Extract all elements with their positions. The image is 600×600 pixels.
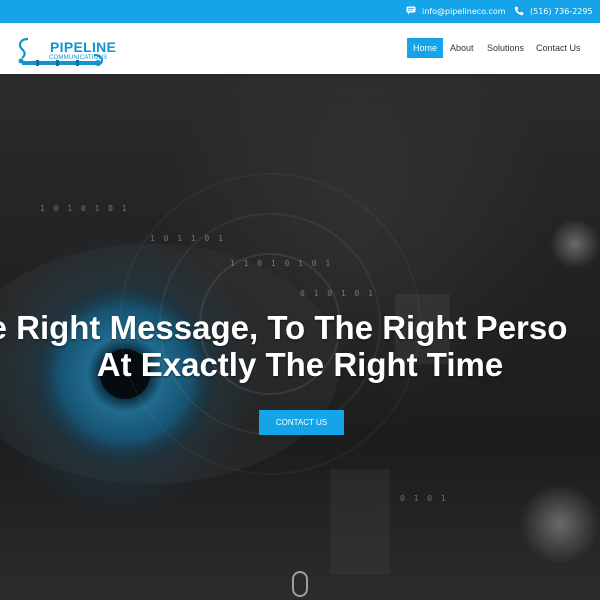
logo[interactable]: PIPELINE COMMUNICATIONS (16, 31, 116, 71)
hero-headline-line-2: At Exactly The Right Time (96, 346, 504, 383)
logo-text: PIPELINE COMMUNICATIONS (32, 39, 122, 79)
top-info-bar: info@pipelineco.com (516) 736-2295 (0, 0, 600, 23)
binary-decoration: 0 1 0 1 0 1 (300, 289, 375, 298)
contact-us-button[interactable]: CONTACT US (259, 410, 344, 435)
binary-decoration: 1 1 0 1 0 1 0 1 (230, 259, 333, 268)
binary-decoration: 1 0 1 1 0 1 (150, 234, 225, 243)
hero-headline-line-1: e Right Message, To The Right Perso (0, 309, 568, 346)
phone-icon (514, 6, 524, 18)
nav-solutions[interactable]: Solutions (481, 38, 530, 58)
binary-decoration: 0 1 0 1 (400, 494, 448, 503)
email-contact[interactable]: info@pipelineco.com (406, 0, 506, 23)
binary-decoration: 1 0 1 0 1 0 1 (40, 204, 129, 213)
chat-icon (406, 6, 416, 17)
site-header: PIPELINE COMMUNICATIONS Home About Solut… (0, 23, 600, 74)
phone-text[interactable]: (516) 736-2295 (530, 7, 593, 16)
nav-home[interactable]: Home (407, 38, 444, 58)
phone-contact[interactable]: (516) 736-2295 (514, 0, 593, 23)
hero-section: 1 0 1 0 1 0 1 1 0 1 1 0 1 1 1 0 1 0 1 0 … (0, 74, 600, 600)
nav-about[interactable]: About (444, 38, 480, 58)
logo-subtitle: COMMUNICATIONS (49, 55, 108, 61)
nav-contact-us[interactable]: Contact Us (530, 38, 587, 58)
mouse-scroll-icon[interactable] (292, 571, 308, 597)
logo-title: PIPELINE (50, 39, 117, 55)
email-text[interactable]: info@pipelineco.com (422, 7, 506, 16)
